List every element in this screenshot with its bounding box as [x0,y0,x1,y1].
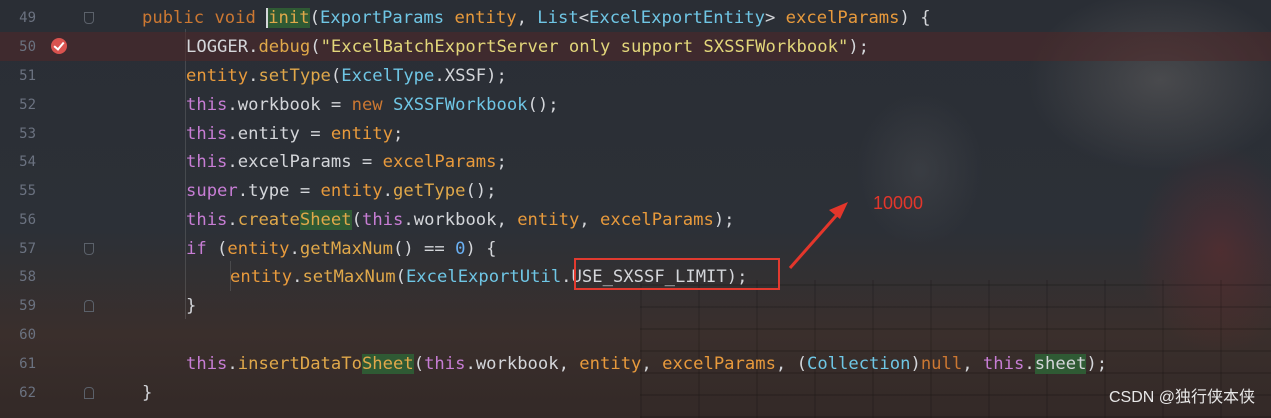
line-number: 62 [19,385,36,401]
line-number: 55 [19,183,36,199]
line-number: 58 [19,269,36,285]
code-line-59[interactable]: 59 } [0,291,1271,320]
code-line-53[interactable]: 53 this.entity = entity; [0,119,1271,148]
code-line-51[interactable]: 51 entity.setType(ExcelType.XSSF); [0,61,1271,90]
code-text: this.entity = entity; [186,124,404,144]
line-number: 54 [19,154,36,170]
line-number: 59 [19,298,36,314]
line-number: 57 [19,241,36,257]
fold-icon[interactable] [84,12,94,24]
code-line-52[interactable]: 52 this.workbook = new SXSSFWorkbook(); [0,90,1271,119]
line-number: 60 [19,327,36,343]
fold-icon[interactable] [84,300,94,312]
code-text: this.createSheet(this.workbook, entity, … [186,210,735,230]
code-text: public void init(ExportParams entity, Li… [142,8,931,28]
code-editor[interactable]: 49 public void init(ExportParams entity,… [0,0,1271,418]
fold-icon[interactable] [84,387,94,399]
code-line-60[interactable]: 60 [0,320,1271,349]
code-line-56[interactable]: 56 this.createSheet(this.workbook, entit… [0,205,1271,234]
annotation-label: 10000 [873,193,924,213]
code-text: this.workbook = new SXSSFWorkbook(); [186,95,559,115]
line-number: 61 [19,356,36,372]
code-line-62[interactable]: 62 } [0,378,1271,407]
code-text: super.type = entity.getType(); [186,181,497,201]
code-text: this.excelParams = excelParams; [186,152,507,172]
code-text: } [186,296,197,316]
code-line-61[interactable]: 61 this.insertDataToSheet(this.workbook,… [0,349,1271,378]
code-line-49[interactable]: 49 public void init(ExportParams entity,… [0,3,1271,32]
line-number: 53 [19,126,36,142]
line-number: 51 [19,68,36,84]
line-number: 50 [19,39,36,55]
watermark: CSDN @独行侠本侠 [1108,389,1255,406]
line-number: 56 [19,212,36,228]
code-text: LOGGER.debug("ExcelBatchExportServer onl… [186,37,870,57]
breakpoint-icon[interactable] [51,38,67,54]
code-line-50[interactable]: 50 LOGGER.debug("ExcelBatchExportServer … [0,32,1271,61]
line-number: 52 [19,97,36,113]
fold-icon[interactable] [84,243,94,255]
code-text: if (entity.getMaxNum() == 0) { [186,239,497,259]
highlight-box [574,258,780,290]
code-text: this.insertDataToSheet(this.workbook, en… [186,354,1108,374]
code-line-55[interactable]: 55 super.type = entity.getType(); [0,176,1271,205]
code-text: } [142,383,153,403]
code-line-54[interactable]: 54 this.excelParams = excelParams; [0,147,1271,176]
line-number: 49 [19,10,36,26]
code-text: entity.setType(ExcelType.XSSF); [186,66,507,86]
